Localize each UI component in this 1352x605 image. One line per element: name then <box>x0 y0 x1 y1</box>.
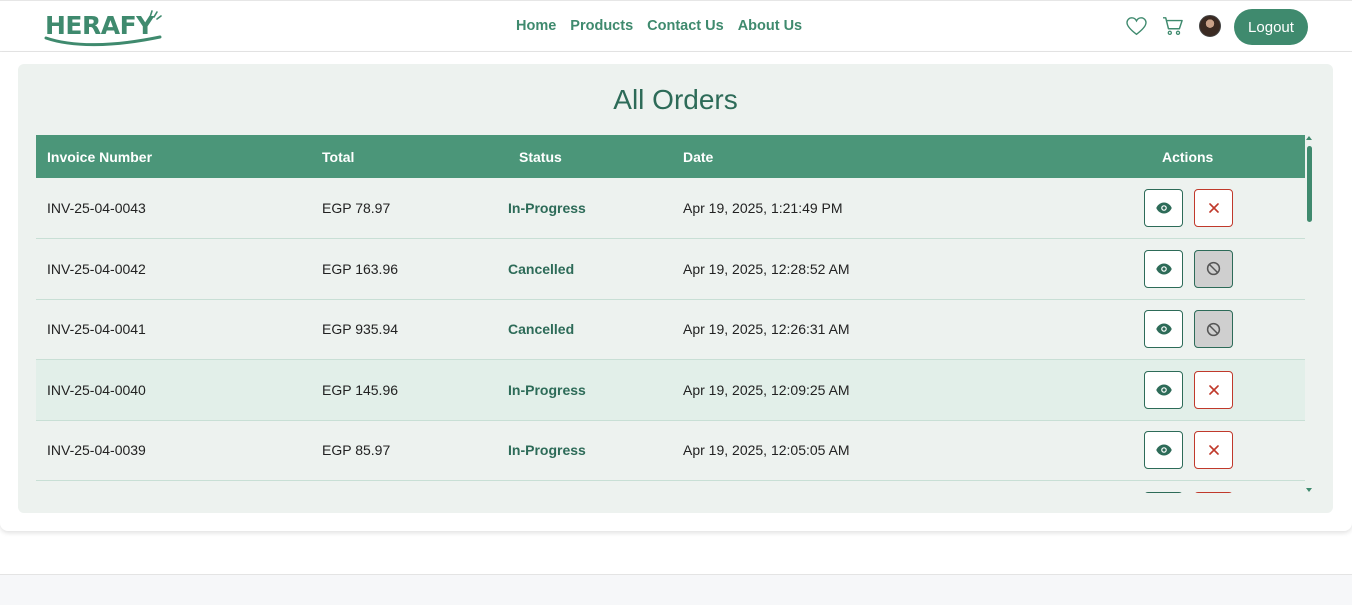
table-row: INV-25-04-0040 EGP 145.96 In-Progress Ap… <box>36 359 1305 420</box>
table-row: INV-25-04-0041 EGP 935.94 Cancelled Apr … <box>36 299 1305 360</box>
status-badge: In-Progress <box>508 200 586 216</box>
status-badge: In-Progress <box>508 442 586 459</box>
eye-icon <box>1155 384 1172 396</box>
scrollbar-thumb[interactable] <box>1307 146 1312 222</box>
scroll-up-arrow-icon[interactable] <box>1306 136 1312 140</box>
nav-icons <box>1125 15 1221 37</box>
cancel-order-button[interactable] <box>1194 189 1233 227</box>
view-order-button[interactable] <box>1144 491 1183 493</box>
header-total: Total <box>322 148 355 165</box>
invoice-number: INV-25-04-0042 <box>47 260 146 277</box>
view-order-button[interactable] <box>1144 370 1183 409</box>
view-order-button[interactable] <box>1144 310 1183 349</box>
table-row: INV-25-04-0039 EGP 85.97 In-Progress Apr… <box>36 420 1305 481</box>
ban-icon <box>1206 322 1221 336</box>
invoice-number: INV-25-04-0039 <box>47 442 146 459</box>
order-date: Apr 19, 2025, 12:28:52 AM <box>683 260 850 277</box>
invoice-number: INV-25-04-0043 <box>47 200 146 216</box>
view-order-button[interactable] <box>1144 431 1183 470</box>
header-date: Date <box>683 148 714 165</box>
order-date: Apr 19, 2025, 12:09:25 AM <box>683 381 850 398</box>
navbar: HERAFY Home Products Contact Us About Us… <box>0 0 1352 52</box>
herafy-logo[interactable]: HERAFY <box>42 7 166 47</box>
table-header-row: Invoice Number Total Status Date Actions <box>36 135 1305 178</box>
footer <box>0 574 1352 605</box>
eye-icon <box>1155 263 1172 275</box>
table-row: INV-25-04-0042 EGP 163.96 Cancelled Apr … <box>36 238 1305 299</box>
order-total: EGP 85.97 <box>322 442 391 459</box>
logout-button[interactable]: Logout <box>1234 9 1308 45</box>
nav-link-home[interactable]: Home <box>516 18 556 34</box>
orders-card: All Orders Invoice Number Total Status D… <box>18 64 1333 513</box>
close-icon <box>1208 445 1219 456</box>
heart-icon[interactable] <box>1125 15 1147 37</box>
header-actions: Actions <box>1162 148 1214 165</box>
orders-table: Invoice Number Total Status Date Actions… <box>36 135 1305 493</box>
header-invoice-number: Invoice Number <box>47 148 153 165</box>
cancel-order-button[interactable] <box>1194 491 1233 493</box>
svg-text:HERAFY: HERAFY <box>45 11 155 40</box>
invoice-number: INV-25-04-0041 <box>47 321 146 338</box>
table-row: INV-25-04-0043 EGP 78.97 In-Progress Apr… <box>36 178 1305 239</box>
order-total: EGP 78.97 <box>322 200 391 216</box>
scroll-down-arrow-icon[interactable] <box>1306 488 1312 492</box>
status-badge: In-Progress <box>508 381 586 398</box>
cancel-order-button-disabled <box>1194 249 1233 288</box>
header-status: Status <box>519 148 562 165</box>
close-icon <box>1208 203 1219 213</box>
nav-links: Home Products Contact Us About Us <box>516 18 802 34</box>
page-title: All Orders <box>613 84 738 115</box>
nav-link-products[interactable]: Products <box>570 18 633 34</box>
status-badge: Cancelled <box>508 260 575 277</box>
close-icon <box>1208 384 1219 395</box>
order-date: Apr 19, 2025, 1:21:49 PM <box>683 200 843 216</box>
order-total: EGP 935.94 <box>322 321 399 338</box>
eye-icon <box>1155 444 1172 456</box>
table-row <box>36 480 1305 493</box>
orders-table-scroll[interactable]: Invoice Number Total Status Date Actions… <box>36 135 1305 493</box>
view-order-button[interactable] <box>1144 189 1183 227</box>
eye-icon <box>1155 323 1172 335</box>
nav-link-contact-us[interactable]: Contact Us <box>647 18 724 34</box>
cancel-order-button[interactable] <box>1194 431 1233 470</box>
cart-icon[interactable] <box>1162 15 1184 37</box>
order-date: Apr 19, 2025, 12:05:05 AM <box>683 442 850 459</box>
cancel-order-button-disabled <box>1194 310 1233 349</box>
eye-icon <box>1155 202 1172 214</box>
avatar[interactable] <box>1199 15 1221 37</box>
status-badge: Cancelled <box>508 321 575 338</box>
order-total: EGP 163.96 <box>322 260 399 277</box>
order-date: Apr 19, 2025, 12:26:31 AM <box>683 321 850 338</box>
nav-link-about-us[interactable]: About Us <box>738 18 802 34</box>
cancel-order-button[interactable] <box>1194 370 1233 409</box>
table-scrollbar[interactable] <box>1304 135 1316 495</box>
view-order-button[interactable] <box>1144 249 1183 288</box>
order-total: EGP 145.96 <box>322 381 399 398</box>
ban-icon <box>1206 262 1221 276</box>
invoice-number: INV-25-04-0040 <box>47 381 146 398</box>
